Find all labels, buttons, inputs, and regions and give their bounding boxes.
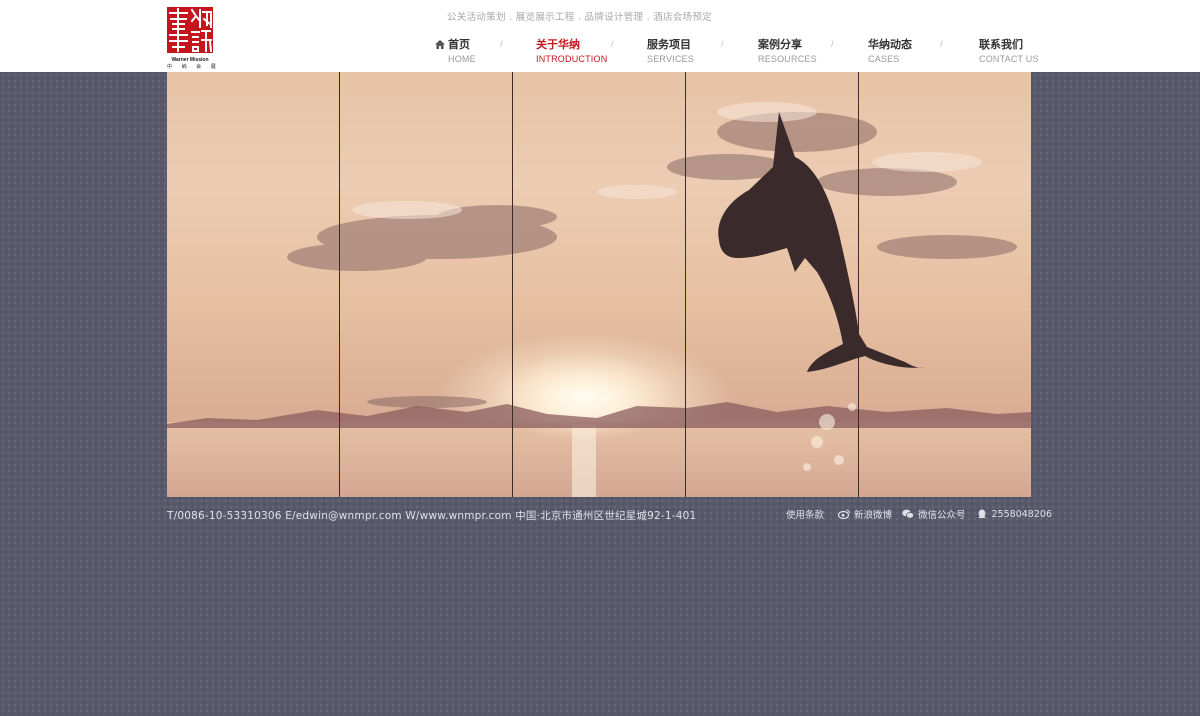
nav-item-home-cn: 首页 xyxy=(448,38,470,51)
nav-item-introduction-cn: 关于华纳 xyxy=(536,38,580,51)
site-logo[interactable]: Warner Mission 中 纳 会 展 xyxy=(167,7,220,70)
logo-seal-icon xyxy=(167,7,213,53)
wechat-link[interactable]: 微信公众号 xyxy=(902,507,966,521)
banner-divider xyxy=(858,72,859,497)
weibo-label: 新浪微博 xyxy=(854,510,893,521)
nav-item-cases-en: CASES xyxy=(868,54,900,64)
banner-divider xyxy=(685,72,686,497)
qq-number: 2558048206 xyxy=(991,508,1052,520)
nav-item-contact-en: CONTACT US xyxy=(979,54,1039,64)
nav-item-contact[interactable]: 联系我们 CONTACT US xyxy=(979,36,1039,66)
nav-item-cases-cn: 华纳动态 xyxy=(868,38,912,51)
dolphin-sunset-image xyxy=(167,72,1031,497)
footer-contact-info: T/0086-10-53310306 E/edwin@wnmpr.com W/w… xyxy=(167,510,697,522)
nav-separator: / xyxy=(831,39,834,49)
nav-item-resources-cn: 案例分享 xyxy=(758,38,802,51)
nav-separator: / xyxy=(940,39,943,49)
banner-divider xyxy=(512,72,513,497)
terms-link[interactable]: 使用条款 xyxy=(786,507,824,521)
wechat-icon xyxy=(902,509,915,519)
nav-separator: / xyxy=(611,39,614,49)
weibo-icon xyxy=(838,509,850,519)
nav-item-services[interactable]: 服务项目 SERVICES xyxy=(647,36,694,66)
nav-item-contact-cn: 联系我们 xyxy=(979,38,1023,51)
nav-separator: / xyxy=(721,39,724,49)
site-header: Warner Mission 中 纳 会 展 公关活动策划 . 展览展示工程 .… xyxy=(0,0,1200,72)
logo-brand-cn: 中 纳 会 展 xyxy=(167,64,220,70)
nav-item-resources-en: RESOURCES xyxy=(758,54,817,64)
nav-item-home[interactable]: 首页 HOME xyxy=(435,36,476,66)
nav-item-resources[interactable]: 案例分享 RESOURCES xyxy=(758,36,817,66)
nav-item-services-cn: 服务项目 xyxy=(647,38,691,51)
nav-separator: / xyxy=(500,39,503,49)
qq-link[interactable]: 2558048206 xyxy=(976,509,1052,520)
home-icon xyxy=(435,40,445,49)
nav-item-introduction-en: INTRODUCTION xyxy=(536,54,608,64)
nav-item-home-en: HOME xyxy=(448,54,476,64)
weibo-link[interactable]: 新浪微博 xyxy=(838,507,892,521)
nav-item-services-en: SERVICES xyxy=(647,54,694,64)
qq-icon xyxy=(977,509,986,518)
nav-item-home-label-row: 首页 xyxy=(435,36,476,52)
nav-item-cases[interactable]: 华纳动态 CASES xyxy=(868,36,912,66)
footer-links: 使用条款 新浪微博 微信公众号 2558048206 xyxy=(786,507,1052,522)
hero-banner xyxy=(167,72,1031,497)
wechat-label: 微信公众号 xyxy=(918,510,966,521)
nav-item-introduction[interactable]: 关于华纳 INTRODUCTION xyxy=(536,36,607,66)
site-tagline: 公关活动策划 . 展览展示工程 . 品牌设计管理 . 酒店会场预定 xyxy=(447,12,713,23)
